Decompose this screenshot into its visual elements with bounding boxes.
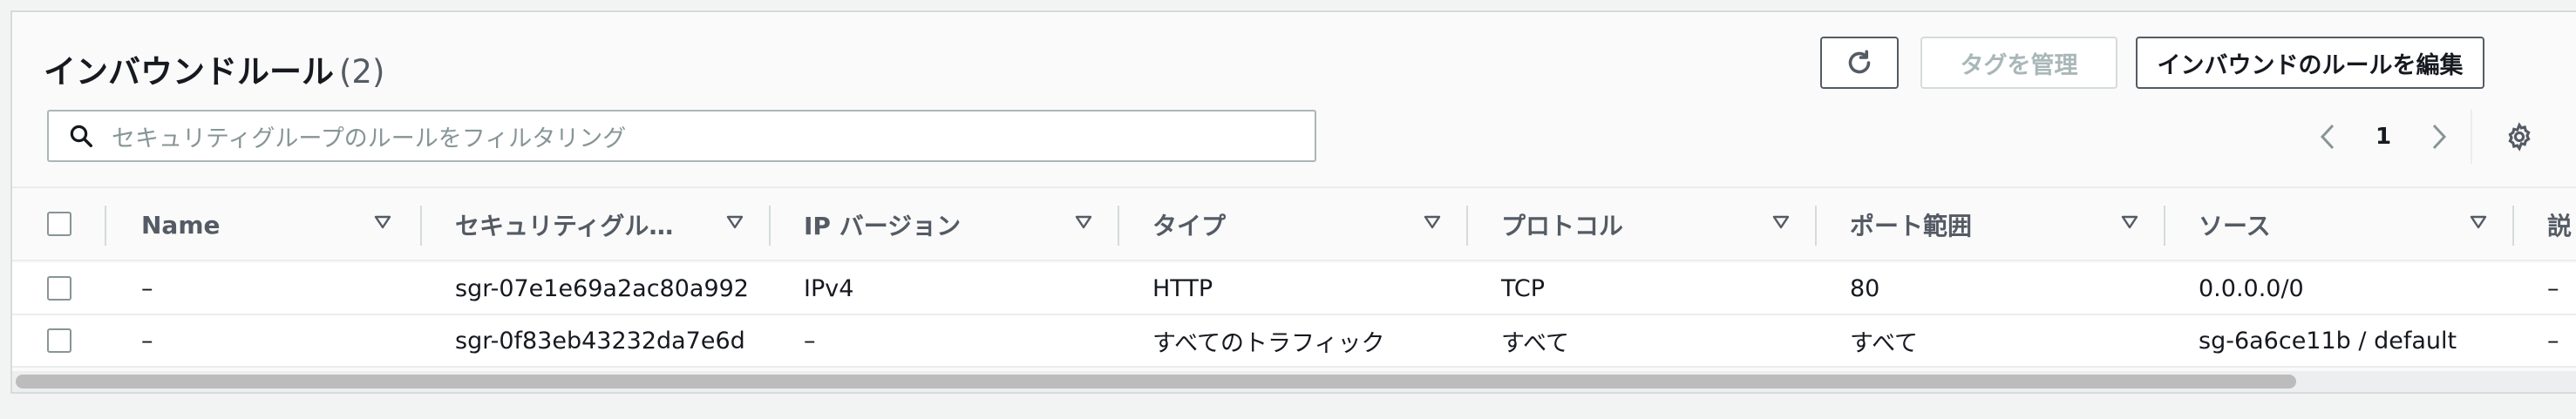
row-checkbox[interactable] xyxy=(47,276,71,301)
cell-ip-version: – xyxy=(804,327,816,355)
cell-name: – xyxy=(141,327,153,355)
column-label: ポート範囲 xyxy=(1850,212,1973,240)
column-divider xyxy=(769,206,771,246)
refresh-button[interactable] xyxy=(1820,37,1899,89)
chevron-right-icon xyxy=(2432,124,2447,150)
search-icon xyxy=(70,125,92,147)
preferences-button[interactable] xyxy=(2500,115,2539,159)
table-row[interactable]: – sgr-07e1e69a2ac80a992 IPv4 HTTP TCP 80… xyxy=(12,263,2576,315)
edit-inbound-rules-button[interactable]: インバウンドのルールを編集 xyxy=(2136,37,2484,89)
column-label: ソース xyxy=(2199,212,2271,240)
sort-icon xyxy=(2470,215,2487,229)
column-header-description[interactable]: 説 xyxy=(2547,188,2576,261)
chevron-left-icon xyxy=(2320,124,2335,150)
search-input[interactable]: セキュリティグループのルールをフィルタリング xyxy=(47,110,1316,162)
refresh-icon xyxy=(1848,50,1871,74)
cell-type: すべてのトラフィック xyxy=(1152,329,1385,357)
panel-title-text: インバウンドルール xyxy=(44,53,334,91)
cell-name: – xyxy=(141,274,153,302)
inbound-rules-panel: インバウンドルール (2) タグを管理 インバウンドのルールを編集 セキュリティグ… xyxy=(10,10,2576,394)
sort-icon xyxy=(1075,215,1092,229)
next-page-button[interactable] xyxy=(2423,115,2455,159)
sort-icon xyxy=(374,215,391,229)
sort-icon xyxy=(1772,215,1790,229)
column-label: セキュリティグル… xyxy=(455,212,674,240)
cell-ip-version: IPv4 xyxy=(804,274,854,302)
column-header-name[interactable]: Name xyxy=(141,188,411,261)
cell-security-group-rule-id: sgr-07e1e69a2ac80a992 xyxy=(455,274,749,302)
cell-type: HTTP xyxy=(1152,274,1213,302)
panel-title: インバウンドルール (2) xyxy=(44,45,384,92)
cell-port-range: すべて xyxy=(1850,329,1919,357)
column-label: Name xyxy=(141,210,221,240)
rule-count: (2) xyxy=(339,53,385,91)
table-header: Name セキュリティグル… IP バージョン タイプ プロトコル ポート範囲 xyxy=(12,186,2576,261)
column-header-ip-version[interactable]: IP バージョン xyxy=(804,188,1100,261)
search-placeholder: セキュリティグループのルールをフィルタリング xyxy=(112,125,627,152)
current-page[interactable]: 1 xyxy=(2366,115,2401,159)
cell-description: – xyxy=(2547,327,2559,355)
cell-source: 0.0.0.0/0 xyxy=(2199,274,2304,302)
column-divider xyxy=(2512,206,2514,246)
sort-icon xyxy=(726,215,744,229)
column-label: 説 xyxy=(2547,212,2573,240)
column-label: プロトコル xyxy=(1501,212,1624,240)
previous-page-button[interactable] xyxy=(2312,115,2343,159)
column-divider xyxy=(1815,206,1817,246)
cell-port-range: 80 xyxy=(1850,274,1880,302)
table-row[interactable]: – sgr-0f83eb43232da7e6d – すべてのトラフィック すべて… xyxy=(12,315,2576,368)
select-all-checkbox[interactable] xyxy=(47,212,71,236)
column-label: タイプ xyxy=(1152,212,1227,240)
column-header-security-group-rule[interactable]: セキュリティグル… xyxy=(455,188,760,261)
cell-protocol: TCP xyxy=(1501,274,1546,302)
column-divider xyxy=(1118,206,1119,246)
column-header-type[interactable]: タイプ xyxy=(1152,188,1449,261)
cell-security-group-rule-id: sgr-0f83eb43232da7e6d xyxy=(455,327,745,355)
manage-tags-button[interactable]: タグを管理 xyxy=(1920,37,2117,89)
cell-protocol: すべて xyxy=(1501,329,1570,357)
column-header-source[interactable]: ソース xyxy=(2199,188,2495,261)
column-divider xyxy=(105,206,106,246)
scrollbar-thumb[interactable] xyxy=(16,375,2296,389)
column-divider xyxy=(420,206,422,246)
pagination-divider xyxy=(2471,110,2472,164)
column-divider xyxy=(2164,206,2165,246)
column-label: IP バージョン xyxy=(804,212,962,240)
sort-icon xyxy=(1424,215,1441,229)
cell-description: – xyxy=(2547,274,2559,302)
column-divider xyxy=(1466,206,1468,246)
row-checkbox[interactable] xyxy=(47,328,71,353)
column-header-port-range[interactable]: ポート範囲 xyxy=(1850,188,2146,261)
gear-icon xyxy=(2508,122,2531,152)
column-header-protocol[interactable]: プロトコル xyxy=(1501,188,1798,261)
sort-icon xyxy=(2121,215,2138,229)
cell-source: sg-6a6ce11b / default xyxy=(2199,327,2457,355)
